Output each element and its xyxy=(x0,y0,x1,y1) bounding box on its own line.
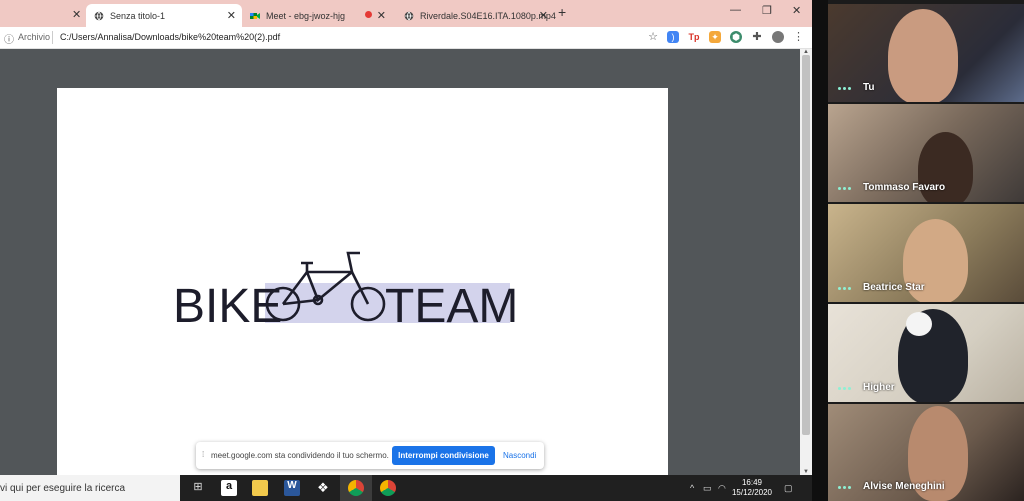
divider xyxy=(812,0,828,501)
meet-icon xyxy=(250,11,260,21)
address-bar[interactable]: ⓘ Archivio C:/Users/Annalisa/Downloads/b… xyxy=(0,27,812,49)
participant-name: Higher xyxy=(863,382,895,393)
cup-shape xyxy=(906,312,932,336)
participant-tile[interactable]: Beatrice Star xyxy=(828,204,1024,302)
tab-label: Senza titolo-1 xyxy=(110,10,166,21)
participant-name: Beatrice Star xyxy=(863,282,925,293)
participant-name: Tu xyxy=(863,82,875,93)
participant-tile[interactable]: Alvise Meneghini xyxy=(828,404,1024,501)
close-tab-icon[interactable]: ✕ xyxy=(377,9,386,22)
file-explorer-icon[interactable] xyxy=(252,480,268,496)
notifications-icon[interactable]: ▢ xyxy=(784,483,793,494)
drag-handle-icon[interactable]: ⁞ xyxy=(202,450,204,459)
menu-icon[interactable]: ⋮ xyxy=(793,30,804,43)
audio-level-icon xyxy=(838,87,851,90)
task-view-icon[interactable]: ⊞ xyxy=(190,480,206,496)
clock-time: 16:49 xyxy=(741,478,763,487)
tab-strip: ✕ Senza titolo-1 ✕ Meet - ebg-jwoz-hjg ✕ xyxy=(0,0,812,27)
screen-share-notice: ⁞ meet.google.com sta condividendo il tu… xyxy=(196,442,544,469)
screen: ✕ Senza titolo-1 ✕ Meet - ebg-jwoz-hjg ✕ xyxy=(0,0,1024,501)
pdf-page: BIKE TEAM xyxy=(57,88,668,488)
puzzle-orange-icon[interactable]: ✦ xyxy=(709,30,721,43)
taskbar-search[interactable]: vi qui per eseguire la ricerca xyxy=(0,475,180,501)
chrome-icon[interactable] xyxy=(380,480,396,496)
dropbox-icon[interactable]: ❖ xyxy=(315,480,331,496)
tab-label: Meet - ebg-jwoz-hjg xyxy=(266,10,346,21)
globe-icon xyxy=(404,11,414,21)
address-scheme-label: Archivio xyxy=(18,32,51,42)
browser-window: ✕ Senza titolo-1 ✕ Meet - ebg-jwoz-hjg ✕ xyxy=(0,0,812,488)
close-tab-icon[interactable]: ✕ xyxy=(539,9,548,22)
address-url[interactable]: C:/Users/Annalisa/Downloads/bike%20team%… xyxy=(60,32,280,42)
globe-icon xyxy=(94,11,104,21)
audio-extension-icon[interactable]: ) xyxy=(667,30,679,43)
audio-level-icon xyxy=(838,486,851,489)
scroll-thumb[interactable] xyxy=(802,55,810,435)
chevron-up-icon[interactable]: ^ xyxy=(690,483,694,493)
audio-level-icon xyxy=(838,187,851,190)
clock-date: 15/12/2020 xyxy=(731,488,773,497)
participant-tile[interactable]: Tommaso Favaro xyxy=(828,104,1024,202)
logo-text-team: TEAM xyxy=(385,280,515,328)
participant-video xyxy=(888,9,958,102)
restore-icon[interactable]: ❐ xyxy=(762,4,772,17)
recording-dot-icon xyxy=(365,11,372,18)
share-notice-text: meet.google.com sta condividendo il tuo … xyxy=(211,451,389,460)
close-tab-icon[interactable]: ✕ xyxy=(227,9,236,22)
audio-level-icon xyxy=(838,387,851,390)
info-icon[interactable]: ⓘ xyxy=(4,31,14,46)
taskbar: vi qui per eseguire la ricerca ⊞ a W ❖ ^… xyxy=(0,475,812,501)
shield-extension-icon[interactable]: ⬢ xyxy=(730,30,742,43)
battery-icon[interactable]: ▭ xyxy=(703,483,712,494)
wifi-icon[interactable]: ◠ xyxy=(718,483,726,494)
stop-sharing-button[interactable]: Interrompi condivisione xyxy=(392,446,495,465)
extensions-area: ☆ ) Tp ✦ ⬢ ✚ ⋮ xyxy=(648,30,804,43)
word-icon[interactable]: W xyxy=(284,480,300,496)
amazon-icon[interactable]: a xyxy=(221,480,237,496)
clock[interactable]: 16:49 15/12/2020 xyxy=(730,478,774,498)
hide-button[interactable]: Nascondi xyxy=(503,451,536,460)
vertical-scrollbar[interactable]: ▲ ▼ xyxy=(800,49,812,475)
participant-name: Tommaso Favaro xyxy=(863,182,946,193)
extensions-icon[interactable]: ✚ xyxy=(751,30,763,43)
participant-tile[interactable]: Higher xyxy=(828,304,1024,402)
audio-level-icon xyxy=(838,287,851,290)
tab-meet[interactable]: Meet - ebg-jwoz-hjg ✕ xyxy=(242,4,392,27)
search-placeholder: vi qui per eseguire la ricerca xyxy=(0,483,126,494)
pdf-viewer: BIKE TEAM xyxy=(0,49,800,488)
chrome-icon[interactable] xyxy=(348,480,364,496)
tab-riverdale[interactable]: Riverdale.S04E16.ITA.1080p.mp4 ✕ xyxy=(396,4,556,27)
new-tab-icon[interactable]: + xyxy=(558,4,566,20)
close-window-icon[interactable]: ✕ xyxy=(792,4,801,17)
minimize-icon[interactable]: — xyxy=(730,4,741,16)
star-icon[interactable]: ☆ xyxy=(648,30,658,43)
close-tab-icon[interactable]: ✕ xyxy=(72,8,81,21)
divider xyxy=(52,31,53,44)
tp-extension-icon[interactable]: Tp xyxy=(688,30,700,43)
tab-senza-titolo[interactable]: Senza titolo-1 ✕ xyxy=(86,4,242,27)
participant-name: Alvise Meneghini xyxy=(863,481,945,492)
bike-team-logo: BIKE TEAM xyxy=(170,248,518,333)
avatar[interactable] xyxy=(772,30,784,43)
tab-label: Riverdale.S04E16.ITA.1080p.mp4 xyxy=(420,10,556,21)
participant-tile[interactable]: Tu xyxy=(828,4,1024,102)
